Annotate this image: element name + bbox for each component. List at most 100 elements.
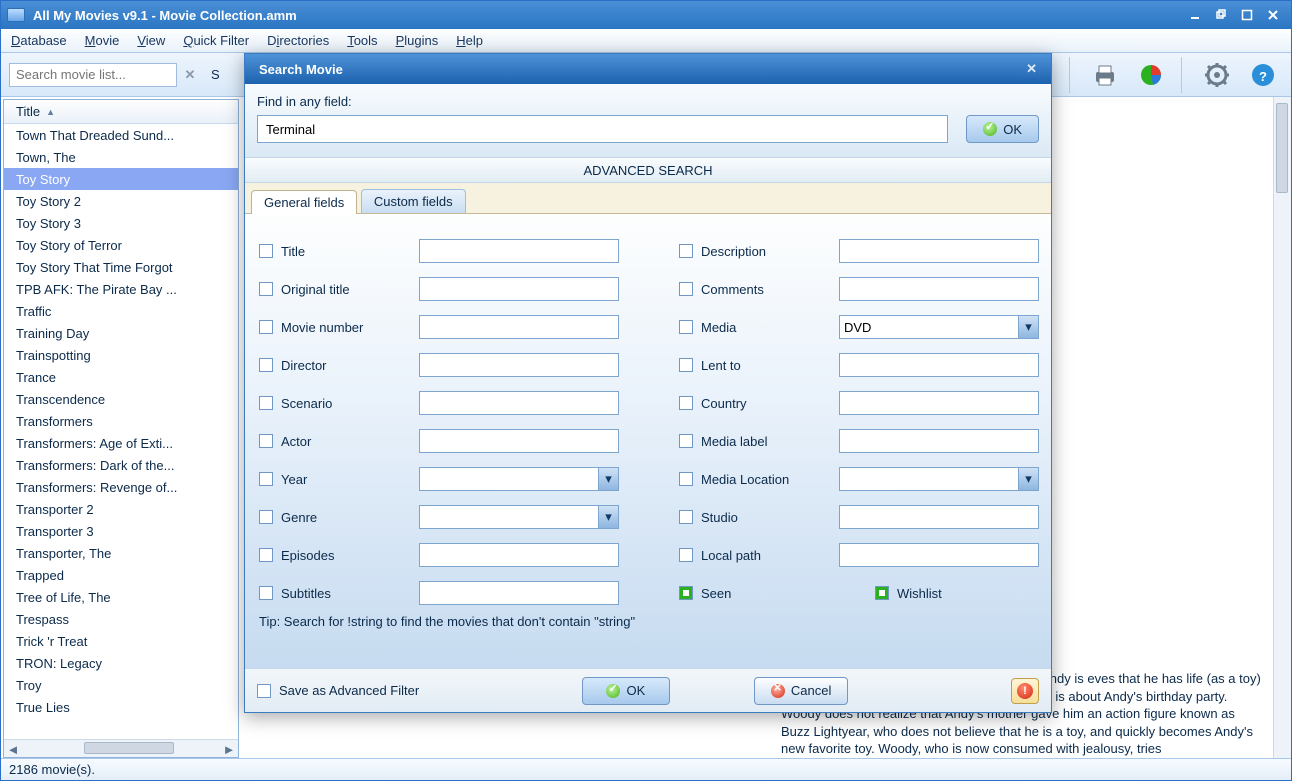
checkbox[interactable] [259,396,273,410]
warning-icon: ! [1017,683,1033,699]
field-label: Wishlist [897,586,942,601]
field-check-local-path[interactable]: Local path [679,548,839,563]
field-select-year[interactable]: ▾ [419,467,619,491]
checkbox[interactable] [259,548,273,562]
field-input-lent-to[interactable] [839,353,1039,377]
checkbox[interactable] [259,244,273,258]
find-input[interactable] [257,115,948,143]
checkbox[interactable] [679,510,693,524]
save-as-filter-checkbox[interactable]: Save as Advanced Filter [257,683,419,698]
field-check-director[interactable]: Director [259,358,419,373]
field-check-actor[interactable]: Actor [259,434,419,449]
field-check-lent-to[interactable]: Lent to [679,358,839,373]
checkbox[interactable] [679,244,693,258]
field-check-description[interactable]: Description [679,244,839,259]
field-select-media-location[interactable]: ▾ [839,467,1039,491]
field-check-media[interactable]: Media [679,320,839,335]
field-input-media-label[interactable] [839,429,1039,453]
dialog-cancel-button[interactable]: Cancel [754,677,848,705]
field-input-movie-number[interactable] [419,315,619,339]
dialog-ok-button[interactable]: OK [582,677,670,705]
checkbox-seen[interactable] [679,586,693,600]
field-check-scenario[interactable]: Scenario [259,396,419,411]
checkbox[interactable] [679,320,693,334]
checkbox[interactable] [259,320,273,334]
checkbox[interactable] [679,472,693,486]
field-input-country[interactable] [839,391,1039,415]
field-label: Seen [701,586,731,601]
dialog-titlebar: Search Movie ✕ [245,54,1051,84]
fields-grid: Title Description Original title Comments Mo… [245,214,1051,668]
checkbox[interactable] [679,358,693,372]
checkbox[interactable] [259,434,273,448]
field-label: Genre [281,510,317,525]
field-input-subtitles[interactable] [419,581,619,605]
app-window: All My Movies v9.1 - Movie Collection.am… [0,0,1292,781]
dialog-footer: Save as Advanced Filter OK Cancel ! [245,668,1051,712]
field-check-country[interactable]: Country [679,396,839,411]
field-input-original-title[interactable] [419,277,619,301]
checkbox[interactable] [259,282,273,296]
checkbox[interactable] [679,282,693,296]
field-check-seen[interactable]: Seen [679,586,839,601]
checkbox[interactable] [679,396,693,410]
warning-button[interactable]: ! [1011,678,1039,704]
field-input-episodes[interactable] [419,543,619,567]
checkbox[interactable] [679,434,693,448]
field-label: Actor [281,434,311,449]
field-input-director[interactable] [419,353,619,377]
field-label: Movie number [281,320,363,335]
ok-label: OK [1003,122,1022,137]
dialog-overlay: Search Movie ✕ Find in any field: OK ADV… [0,0,1292,781]
field-check-movie-number[interactable]: Movie number [259,320,419,335]
field-label: Local path [701,548,761,563]
tab-custom-fields[interactable]: Custom fields [361,189,466,213]
field-input-local-path[interactable] [839,543,1039,567]
field-label: Episodes [281,548,334,563]
tabs: General fields Custom fields [245,183,1051,214]
field-label: Scenario [281,396,332,411]
save-as-filter-box[interactable] [257,684,271,698]
field-input-studio[interactable] [839,505,1039,529]
field-label: Description [701,244,766,259]
field-select-genre[interactable]: ▾ [419,505,619,529]
field-label: Lent to [701,358,741,373]
field-check-comments[interactable]: Comments [679,282,839,297]
find-label: Find in any field: [257,94,352,109]
field-select-media[interactable]: DVD▾ [839,315,1039,339]
dialog-ok-label: OK [626,683,645,698]
field-input-actor[interactable] [419,429,619,453]
field-input-scenario[interactable] [419,391,619,415]
field-label: Comments [701,282,764,297]
chevron-down-icon: ▾ [1018,468,1038,490]
field-check-wishlist[interactable]: Wishlist [839,586,1039,601]
chevron-down-icon: ▾ [598,468,618,490]
select-value: DVD [844,320,871,335]
field-input-description[interactable] [839,239,1039,263]
field-input-comments[interactable] [839,277,1039,301]
checkbox[interactable] [259,472,273,486]
checkbox-wishlist[interactable] [875,586,889,600]
checkbox[interactable] [259,586,273,600]
field-check-media-location[interactable]: Media Location [679,472,839,487]
field-label: Media label [701,434,768,449]
field-label: Year [281,472,307,487]
field-check-original-title[interactable]: Original title [259,282,419,297]
field-check-studio[interactable]: Studio [679,510,839,525]
checkbox[interactable] [259,358,273,372]
field-input-title[interactable] [419,239,619,263]
field-check-year[interactable]: Year [259,472,419,487]
field-check-genre[interactable]: Genre [259,510,419,525]
field-check-episodes[interactable]: Episodes [259,548,419,563]
checkbox[interactable] [259,510,273,524]
field-label: Country [701,396,747,411]
dialog-close-button[interactable]: ✕ [1026,61,1037,77]
field-check-title[interactable]: Title [259,244,419,259]
tab-general-fields[interactable]: General fields [251,190,357,214]
checkbox[interactable] [679,548,693,562]
field-label: Title [281,244,305,259]
field-check-media-label[interactable]: Media label [679,434,839,449]
dialog-cancel-label: Cancel [791,683,831,698]
find-ok-button[interactable]: OK [966,115,1039,143]
field-check-subtitles[interactable]: Subtitles [259,586,419,601]
